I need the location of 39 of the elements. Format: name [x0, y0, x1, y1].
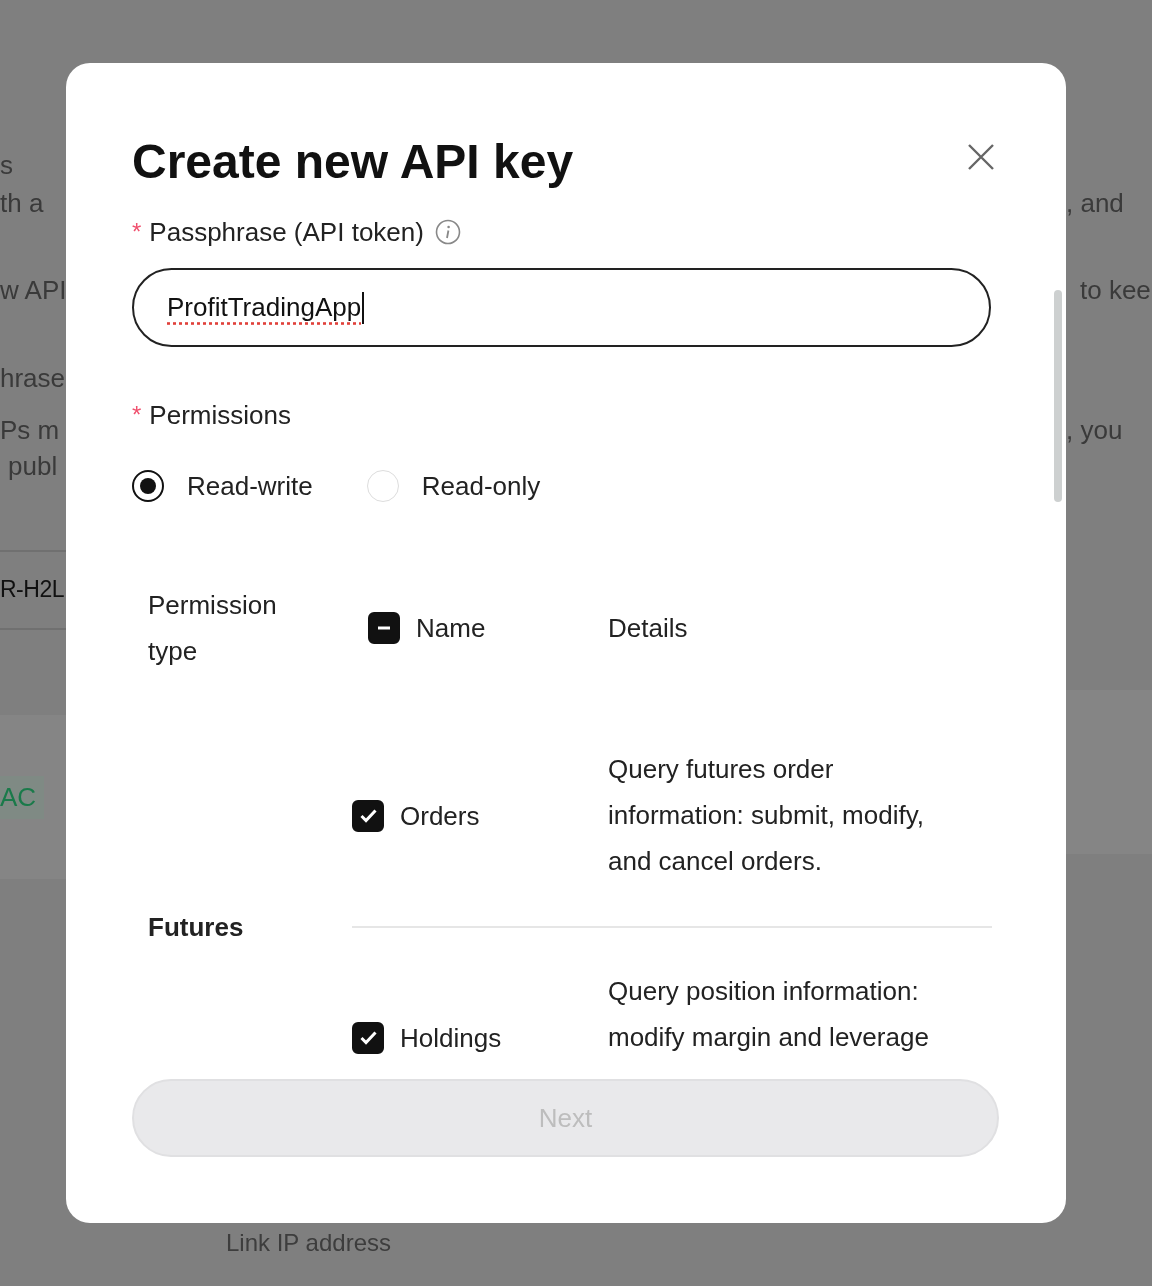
check-icon: [359, 809, 377, 823]
close-icon[interactable]: [966, 142, 996, 172]
radio-option[interactable]: Read-only: [366, 470, 541, 502]
background-text: publ: [7, 450, 59, 483]
minus-icon: [378, 626, 390, 630]
radio-option[interactable]: Read-write: [132, 470, 313, 502]
permission-checkbox[interactable]: [352, 800, 384, 832]
dialog-title: Create new API key: [132, 134, 574, 190]
passphrase-input[interactable]: ProfitTradingApp: [132, 268, 991, 347]
permission-checkbox[interactable]: [352, 1022, 384, 1054]
background-text: s: [0, 149, 14, 182]
column-header: Permission type: [147, 589, 278, 668]
select-all-checkbox[interactable]: [368, 612, 400, 644]
required-asterisk: *: [132, 217, 142, 247]
required-asterisk: *: [132, 400, 142, 430]
group-label: Futures: [147, 911, 245, 944]
background-text: to kee: [1079, 274, 1152, 307]
status-tag: AC: [0, 775, 45, 819]
background-text: , and: [1066, 187, 1125, 220]
radio-button[interactable]: [132, 470, 164, 502]
permission-details: Query position information: modify margin and leverage: [608, 975, 930, 1054]
background-text: R-H2L: [0, 575, 65, 604]
permission-name: Orders: [400, 800, 480, 833]
radio-label: Read-write: [187, 470, 313, 502]
column-header: Name: [416, 612, 486, 645]
field-label: Permissions: [149, 399, 291, 432]
column-header: Details: [608, 612, 689, 645]
background-text: w API: [0, 274, 66, 307]
background-text: hrase: [0, 362, 66, 395]
background-text: Ps m: [0, 414, 61, 447]
background-text: , you: [1066, 414, 1124, 447]
background-text: th a: [0, 187, 45, 220]
check-icon: [359, 1031, 377, 1045]
permission-name: Holdings: [400, 1022, 502, 1055]
radio-label: Read-only: [421, 470, 541, 502]
info-icon[interactable]: [434, 219, 461, 245]
field-label: Passphrase (API token): [149, 216, 424, 249]
permission-details: Query futures order information: submit, modify, and cancel orders.: [608, 753, 925, 878]
scrollbar[interactable]: [1054, 290, 1062, 502]
